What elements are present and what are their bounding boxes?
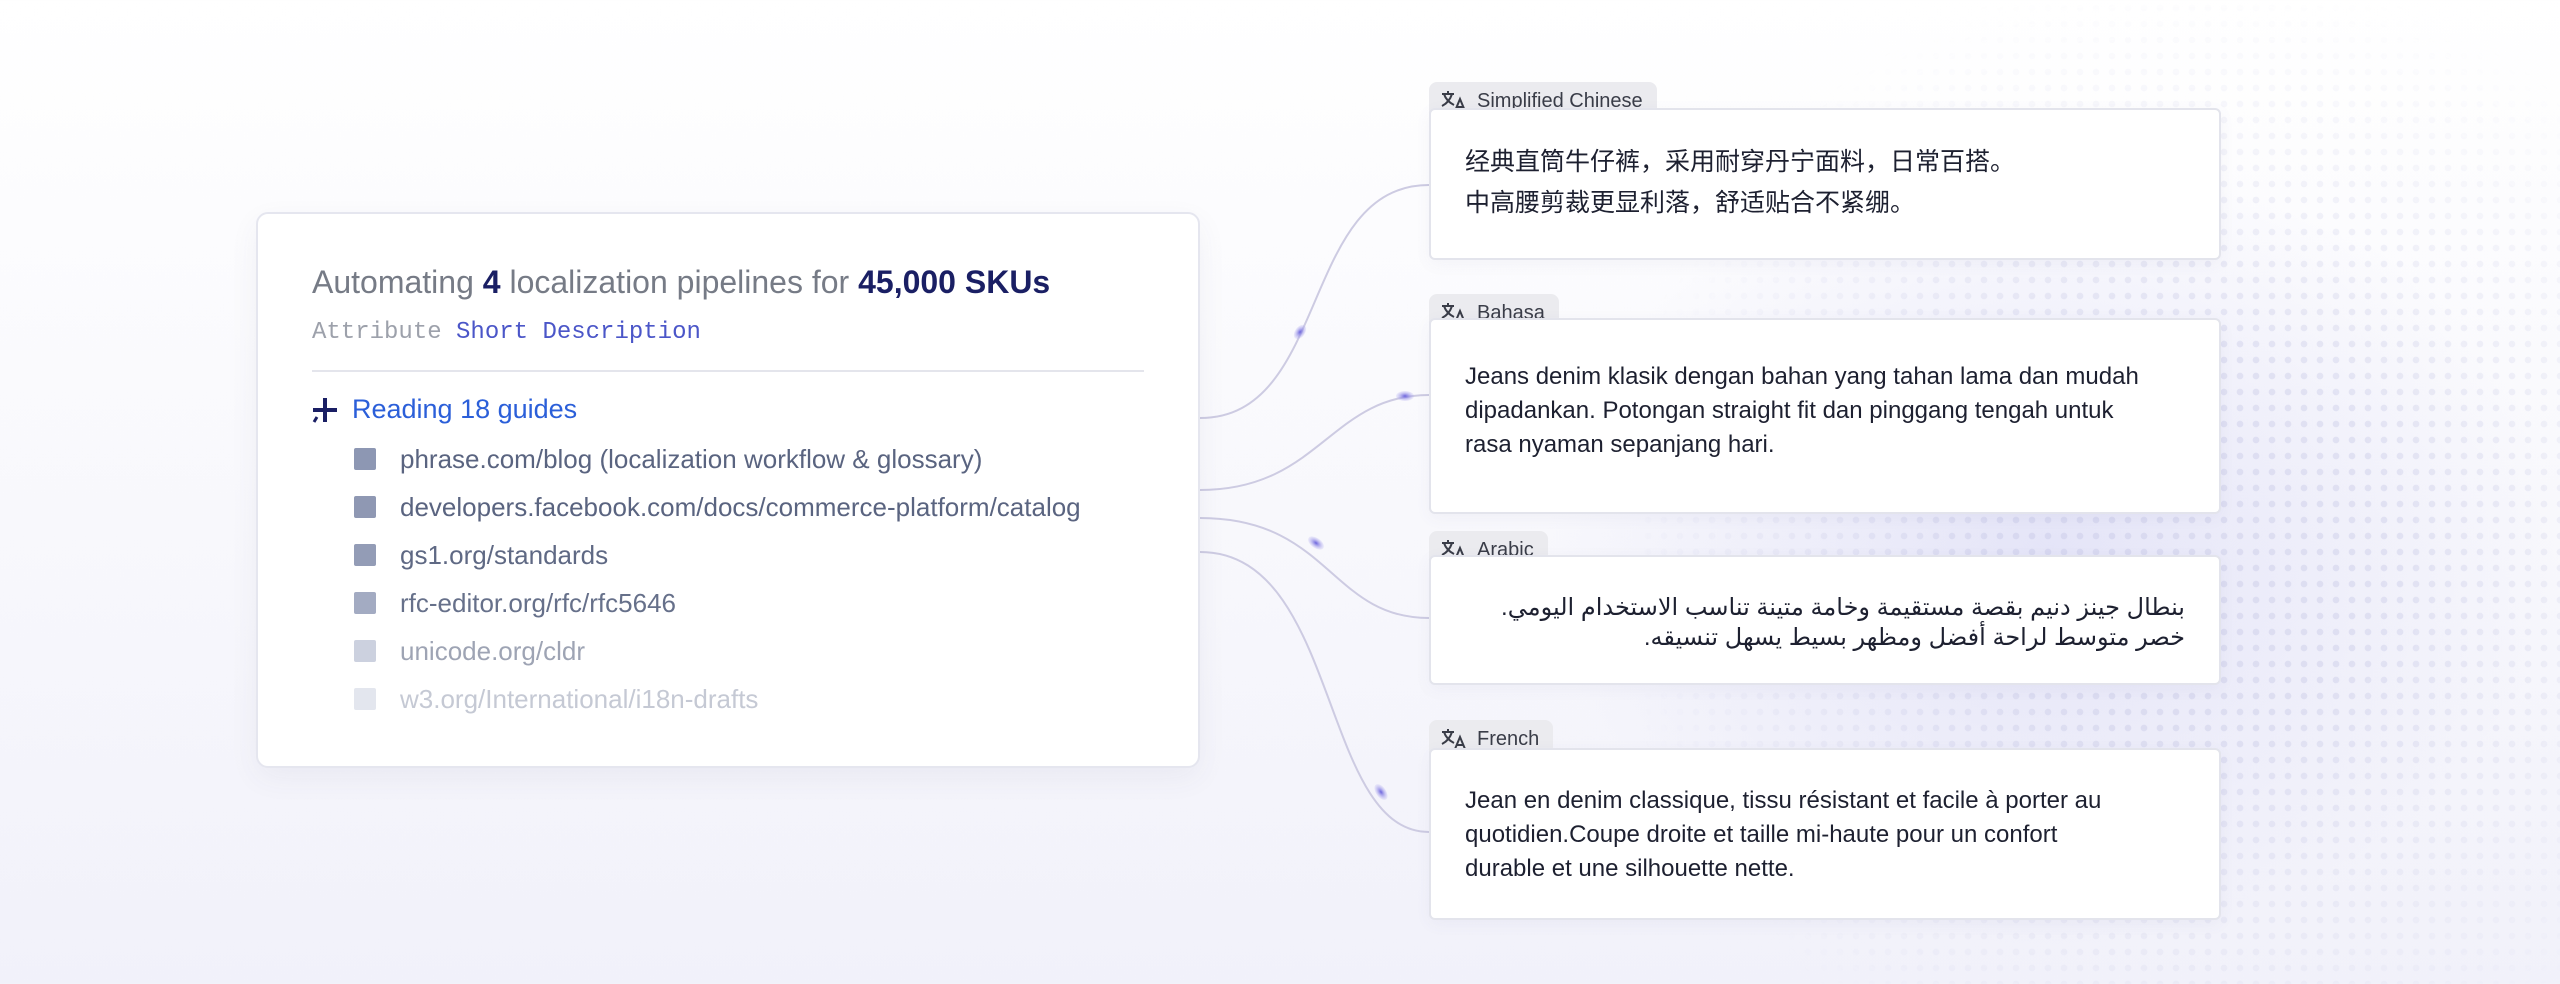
summary-prefix: Automating (312, 264, 474, 300)
guide-link[interactable]: gs1.org/standards (400, 540, 608, 571)
square-bullet-icon (354, 640, 376, 662)
guide-item[interactable]: unicode.org/cldr (354, 627, 1142, 675)
translation-line: durable et une silhouette nette. (1465, 855, 1795, 882)
guide-link[interactable]: unicode.org/cldr (400, 636, 585, 667)
guide-list: phrase.com/blog (localization workflow &… (312, 435, 1142, 723)
guide-item[interactable]: rfc-editor.org/rfc/rfc5646 (354, 579, 1142, 627)
translate-icon (1441, 729, 1466, 750)
pipeline-summary-card: Automating 4 localization pipelines for … (256, 212, 1200, 768)
connector-simplified-chinese (1199, 184, 1430, 419)
translation-line: خصر متوسط لراحة أفضل ومظهر بسيط يسهل تنس… (1643, 624, 2185, 651)
summary-title: Automating 4 localization pipelines for … (312, 264, 1142, 301)
guide-link[interactable]: phrase.com/blog (localization workflow &… (400, 444, 982, 475)
connector-pulse (1396, 391, 1414, 401)
attribute-label: Attribute (312, 319, 442, 346)
reading-label: Reading 18 guides (352, 394, 578, 424)
connector-arabic (1199, 517, 1430, 619)
guide-link[interactable]: w3.org/International/i18n-drafts (400, 684, 758, 715)
sku-count: 45,000 SKUs (858, 264, 1051, 300)
pipeline-count: 4 (482, 264, 501, 300)
square-bullet-icon (354, 544, 376, 566)
translation-text: Jeans denim klasik dengan bahan yang tah… (1429, 318, 2221, 514)
translation-line: rasa nyaman sepanjang hari. (1465, 431, 1775, 458)
guide-item[interactable]: w3.org/International/i18n-drafts (354, 675, 1142, 723)
sparkle-plus-icon (312, 397, 337, 423)
translation-line: Jeans denim klasik dengan bahan yang tah… (1465, 363, 2139, 390)
connector-pulse (1293, 324, 1307, 340)
translation-line: Jean en denim classique, tissu résistant… (1465, 787, 2102, 814)
attribute-line: Attribute Short Description (312, 319, 1142, 346)
translation-line: بنطال جينز دنيم بقصة مستقيمة وخامة متينة… (1501, 594, 2185, 621)
connector-french (1199, 551, 1430, 833)
square-bullet-icon (354, 448, 376, 470)
attribute-value: Short Description (456, 319, 701, 346)
translation-line: 中高腰剪裁更显利落，舒适贴合不紧绷。 (1465, 189, 1916, 217)
guide-item[interactable]: gs1.org/standards (354, 531, 1142, 579)
guide-link[interactable]: developers.facebook.com/docs/commerce-pl… (400, 492, 1081, 523)
guide-item[interactable]: developers.facebook.com/docs/commerce-pl… (354, 483, 1142, 531)
square-bullet-icon (354, 496, 376, 518)
connector-pulse (1308, 536, 1324, 550)
reading-guides-status: Reading 18 guides (312, 394, 1142, 425)
square-bullet-icon (354, 688, 376, 710)
translation-text: Jean en denim classique, tissu résistant… (1429, 748, 2221, 920)
guide-item[interactable]: phrase.com/blog (localization workflow &… (354, 435, 1142, 483)
guide-link[interactable]: rfc-editor.org/rfc/rfc5646 (400, 588, 676, 619)
translation-text: 经典直筒牛仔裤，采用耐穿丹宁面料，日常百搭。 中高腰剪裁更显利落，舒适贴合不紧绷… (1429, 108, 2221, 260)
translation-line: quotidien.Coupe droite et taille mi-haut… (1465, 821, 2058, 848)
translation-line: 经典直筒牛仔裤，采用耐穿丹宁面料，日常百搭。 (1465, 148, 2016, 176)
connector-bahasa (1199, 394, 1430, 491)
translation-line: dipadankan. Potongan straight fit dan pi… (1465, 397, 2114, 424)
summary-middle: localization pipelines for (509, 264, 850, 300)
divider (312, 370, 1144, 372)
translation-text: بنطال جينز دنيم بقصة مستقيمة وخامة متينة… (1429, 555, 2221, 685)
square-bullet-icon (354, 592, 376, 614)
